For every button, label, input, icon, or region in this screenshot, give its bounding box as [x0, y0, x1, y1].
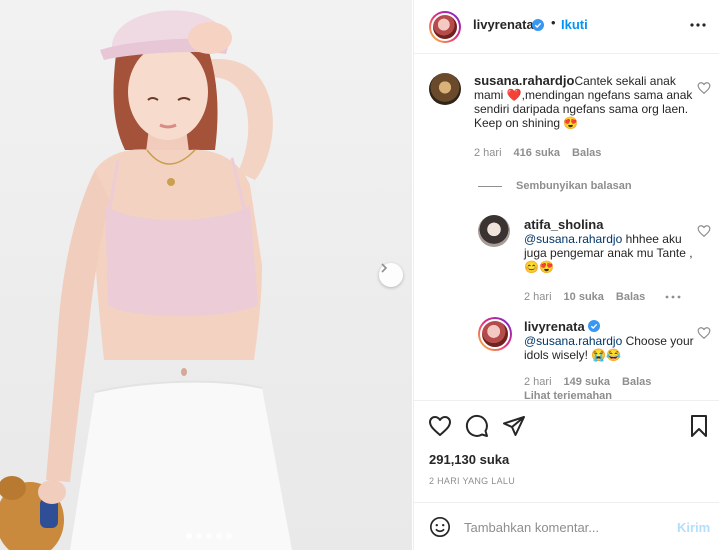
post-image [0, 10, 292, 550]
carousel-dot [206, 533, 212, 539]
like-reply-heart-icon[interactable] [697, 326, 711, 340]
commenter-avatar[interactable] [429, 73, 461, 105]
next-image-button[interactable] [379, 263, 403, 287]
add-comment-bar: Kirim [414, 502, 719, 550]
carousel-dot [216, 533, 222, 539]
reply-likes[interactable]: 10 suka [564, 291, 604, 303]
post-like-count[interactable]: 291,130 suka [429, 452, 509, 467]
reply-button[interactable]: Balas [622, 376, 651, 388]
reply-body: atifa_sholina @susana.rahardjo hhhee aku… [524, 217, 694, 274]
carousel-dot [196, 533, 202, 539]
comment-input[interactable] [464, 515, 664, 539]
reply-mention[interactable]: @susana.rahardjo [524, 232, 622, 246]
carousel-indicator [186, 533, 232, 539]
post-photo[interactable] [0, 0, 412, 550]
post-header: livyrenata • Ikuti [414, 0, 719, 54]
verified-badge-icon [532, 19, 544, 31]
reply-meta: 2 hari 10 suka Balas [524, 291, 681, 303]
post-actions: 291,130 suka 2 HARI YANG LALU [414, 400, 719, 510]
comment-bubble-icon[interactable] [465, 414, 489, 438]
see-translation-link[interactable]: Lihat terjemahan [524, 390, 612, 399]
post-date[interactable]: 2 HARI YANG LALU [429, 476, 515, 486]
follow-button[interactable]: Ikuti [561, 17, 588, 32]
reply-button[interactable]: Balas [572, 147, 601, 159]
reply-time[interactable]: 2 hari [524, 291, 552, 303]
comment-likes[interactable]: 416 suka [514, 147, 560, 159]
reply-mention[interactable]: @susana.rahardjo [524, 334, 622, 348]
comment-meta: 2 hari 416 suka Balas [474, 147, 601, 159]
carousel-dot [226, 533, 232, 539]
more-horizontal-icon [690, 23, 706, 27]
like-reply-heart-icon[interactable] [697, 224, 711, 238]
bookmark-icon[interactable] [687, 414, 711, 438]
comments-list[interactable]: susana.rahardjoCantek sekali anak mami ❤… [414, 55, 719, 399]
comment-body: susana.rahardjoCantek sekali anak mami ❤… [474, 73, 694, 130]
reply-body: livyrenata @susana.rahardjo Choose your … [524, 319, 694, 362]
post-side-panel: livyrenata • Ikuti susana.rahardjoCantek… [413, 0, 719, 550]
post-comment-button[interactable]: Kirim [677, 520, 710, 535]
commenter-username[interactable]: susana.rahardjo [474, 73, 574, 88]
more-options-button[interactable] [688, 15, 708, 35]
replier-avatar[interactable] [478, 317, 512, 351]
author-avatar[interactable] [429, 11, 461, 43]
like-comment-heart-icon[interactable] [697, 81, 711, 95]
header-separator: • [551, 15, 556, 30]
chevron-right-icon [381, 263, 388, 273]
heart-icon[interactable] [428, 414, 452, 438]
reply-button[interactable]: Balas [616, 291, 645, 303]
reply-meta: 2 hari 149 suka Balas [524, 376, 651, 388]
replier-username[interactable]: atifa_sholina [524, 217, 603, 232]
author-username[interactable]: livyrenata [473, 17, 534, 32]
reply-likes[interactable]: 149 suka [564, 376, 610, 388]
comment-time[interactable]: 2 hari [474, 147, 502, 159]
hide-replies-label: Sembunyikan balasan [516, 180, 632, 192]
hide-replies-button[interactable]: Sembunyikan balasan [478, 180, 632, 192]
smiley-icon[interactable] [429, 516, 451, 538]
carousel-dot [186, 533, 192, 539]
paper-plane-icon[interactable] [502, 414, 526, 438]
replier-avatar[interactable] [478, 215, 510, 247]
verified-badge-icon [587, 320, 600, 332]
replier-username[interactable]: livyrenata [524, 319, 585, 334]
reply-more-icon[interactable] [665, 295, 681, 299]
reply-time[interactable]: 2 hari [524, 376, 552, 388]
divider-line [478, 185, 502, 187]
